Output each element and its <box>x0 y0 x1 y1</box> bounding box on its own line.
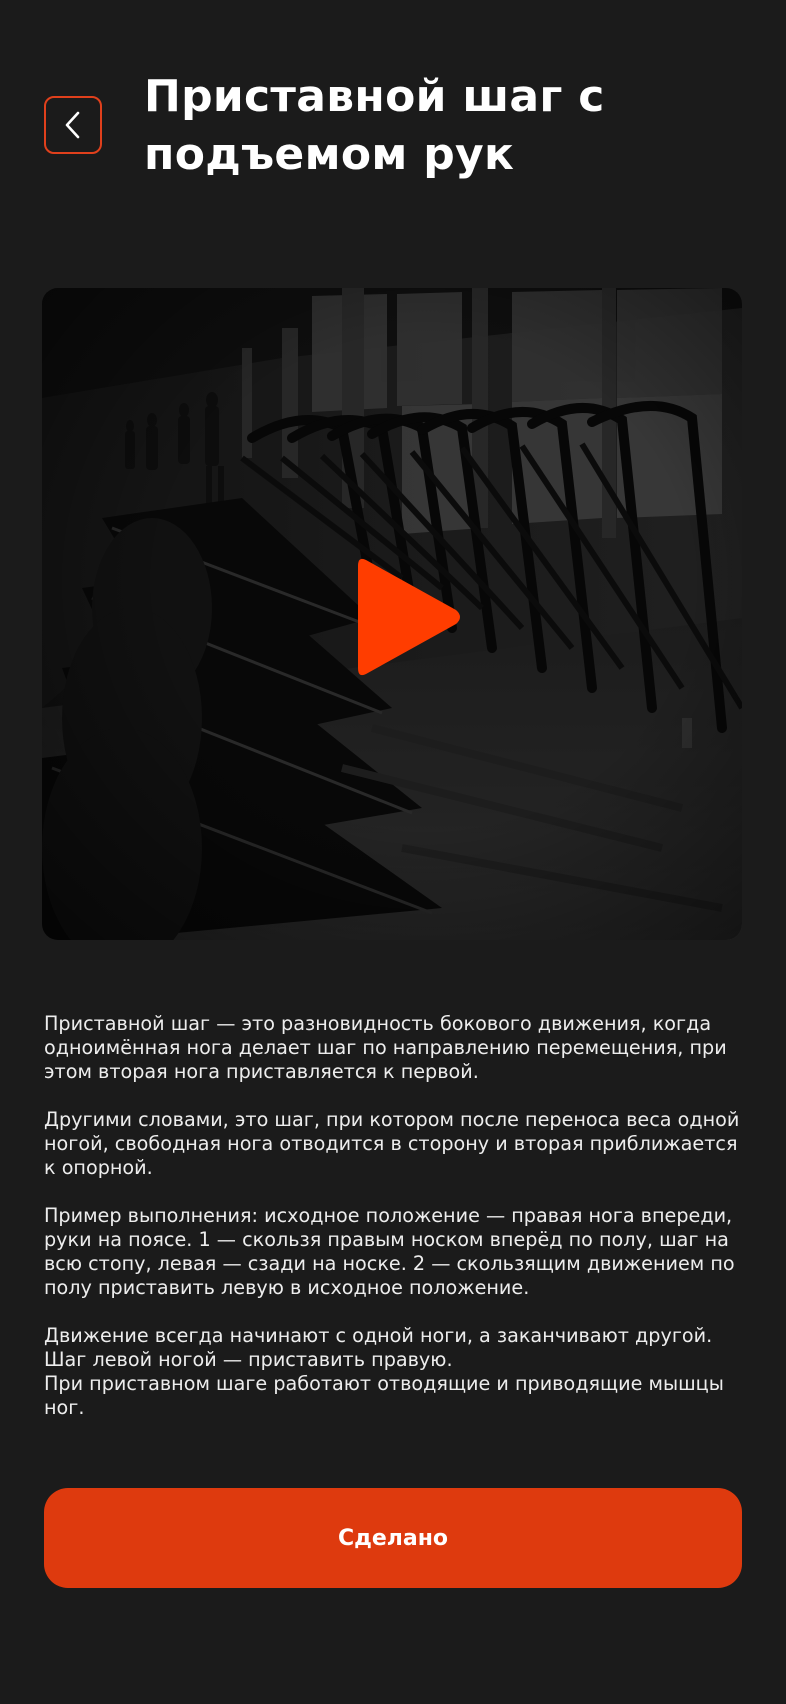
exercise-description: Приставной шаг — это разновидность боков… <box>44 1012 744 1420</box>
video-player[interactable] <box>42 288 742 940</box>
description-paragraph: Пример выполнения: исходное положение — … <box>44 1204 735 1299</box>
play-icon[interactable] <box>352 552 468 682</box>
description-line: При приставном шаге работают отводящие и… <box>44 1372 724 1419</box>
description-line: Движение всегда начинают с одной ноги, а… <box>44 1324 713 1347</box>
done-button[interactable]: Сделано <box>44 1488 742 1588</box>
description-paragraph: Другими словами, это шаг, при котором по… <box>44 1108 740 1179</box>
description-line: Шаг левой ногой — приставить правую. <box>44 1348 453 1371</box>
page-title: Приставной шаг с подъемом рук <box>144 71 605 180</box>
description-paragraph: Приставной шаг — это разновидность боков… <box>44 1012 727 1083</box>
chevron-left-icon <box>65 111 80 139</box>
back-button[interactable] <box>44 96 102 154</box>
